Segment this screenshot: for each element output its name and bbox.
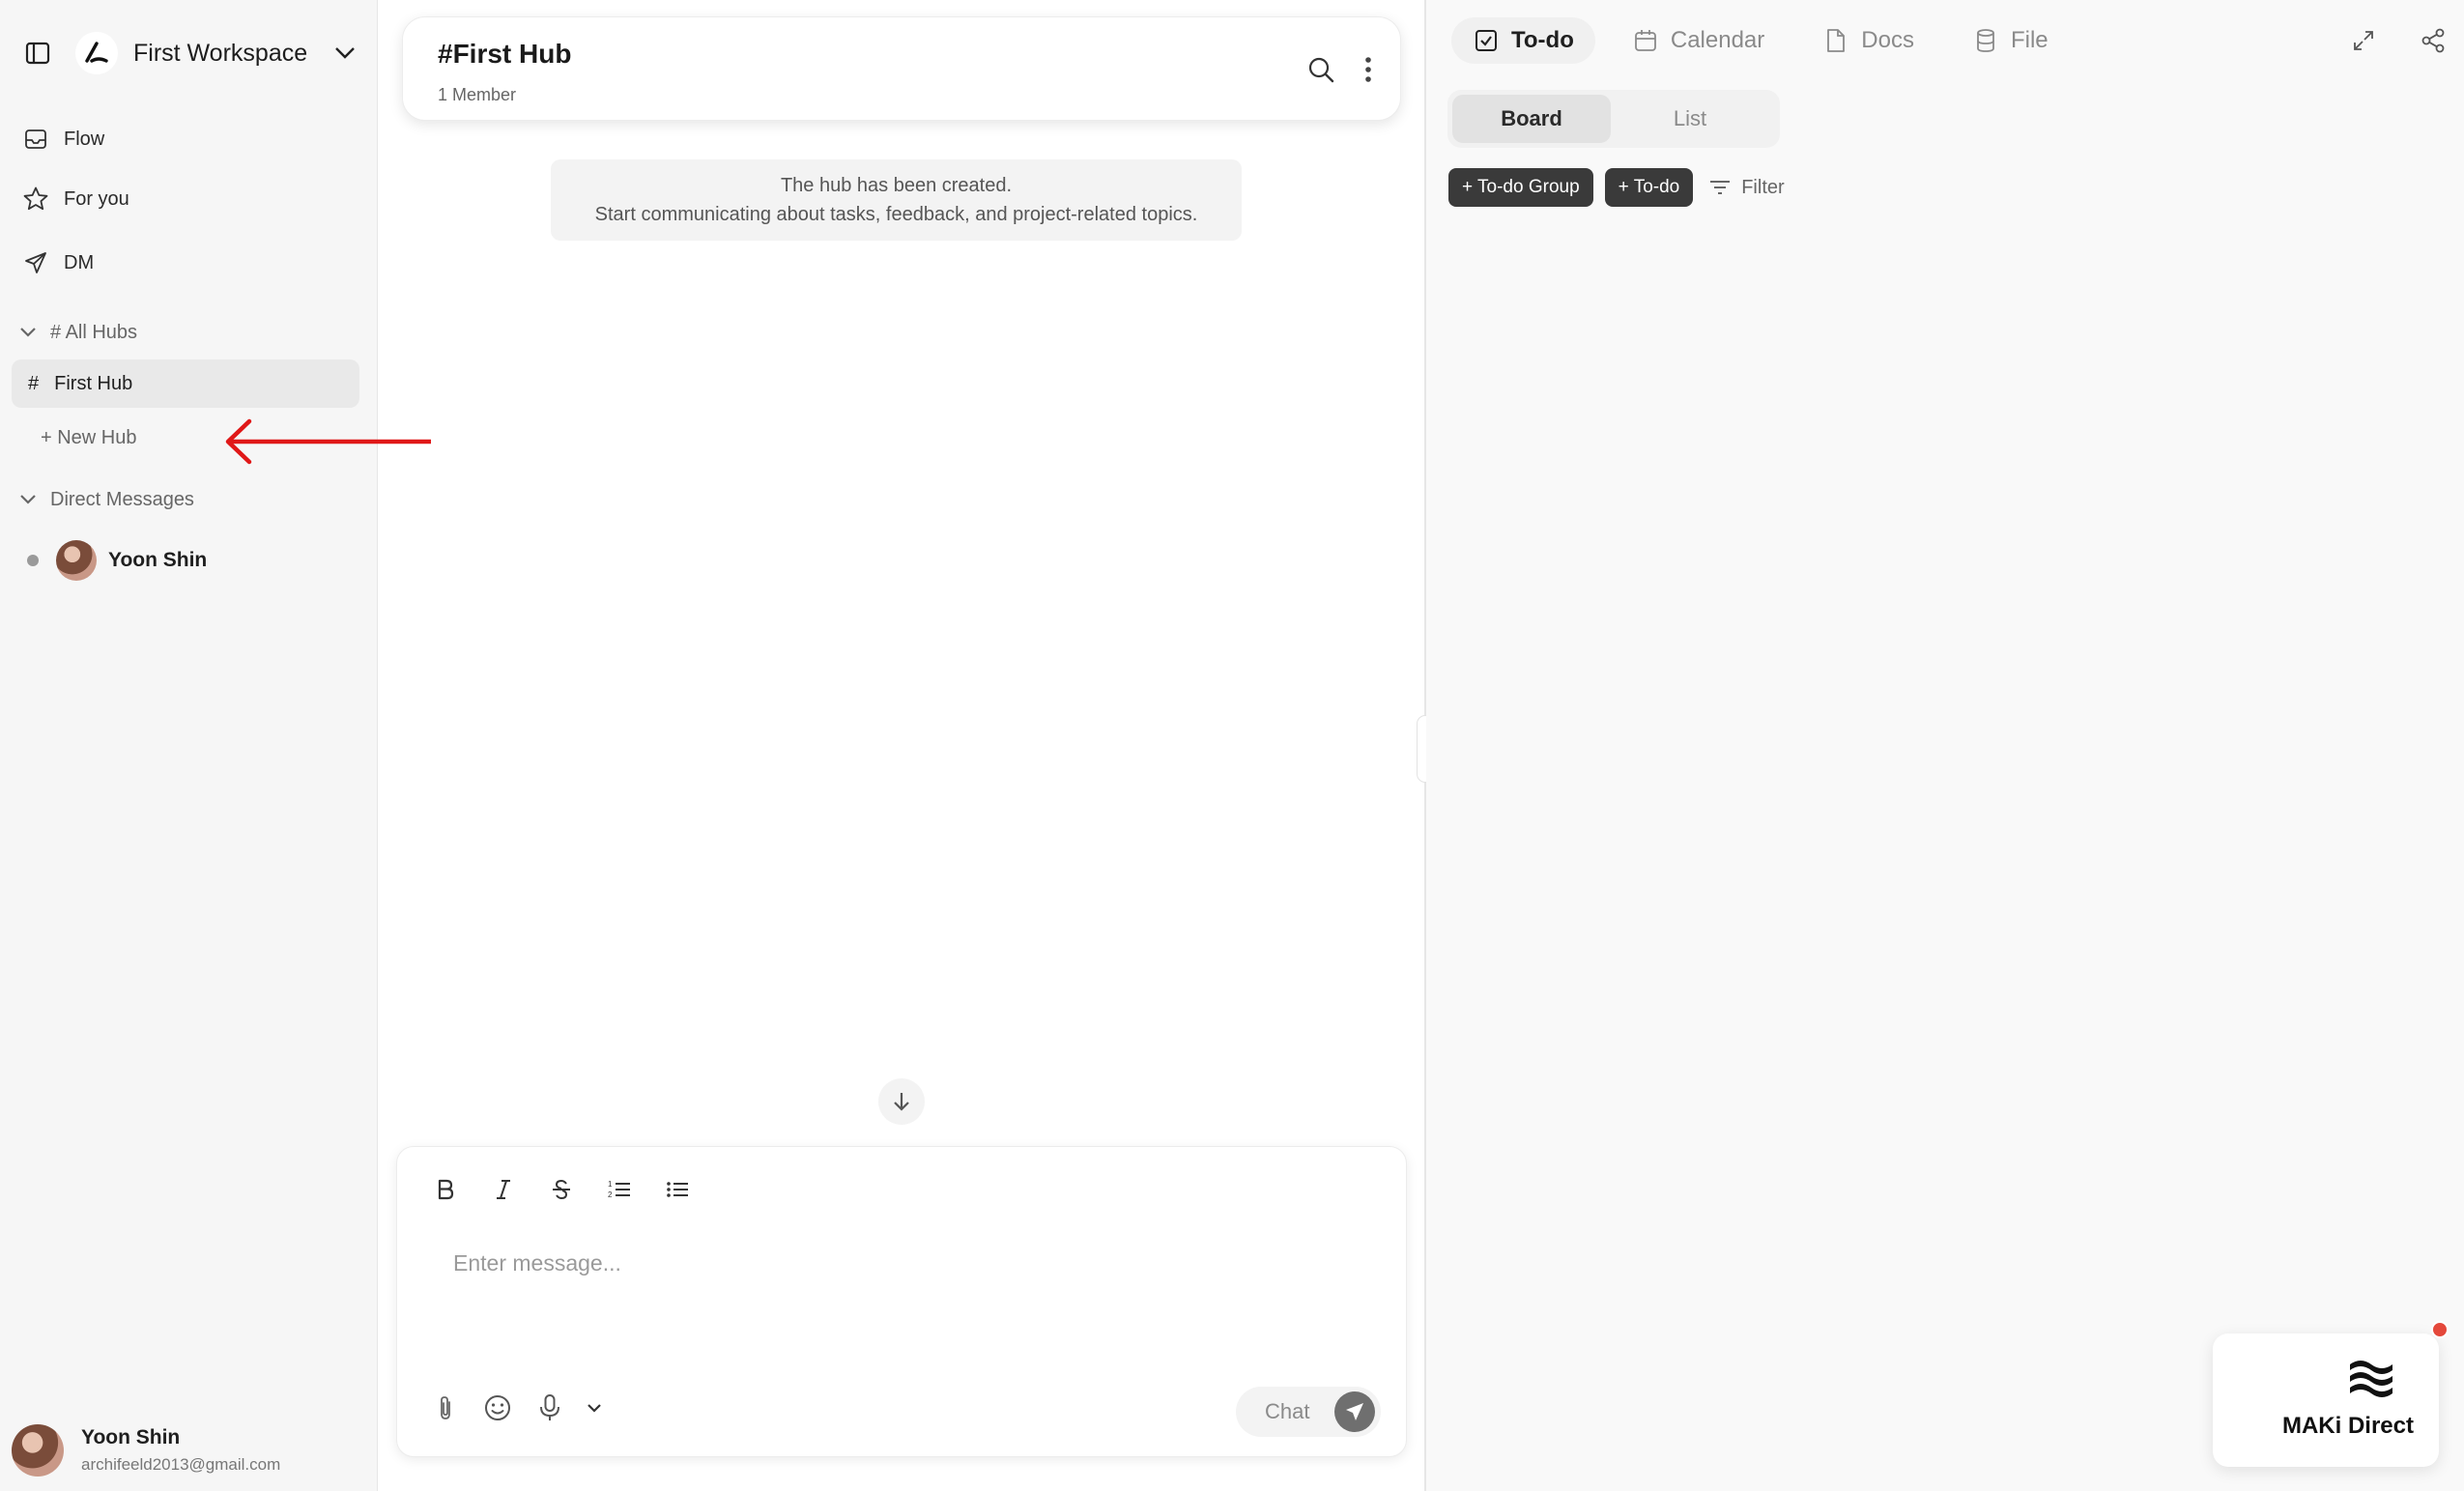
share-icon[interactable] [2416, 23, 2450, 58]
profile-name: Yoon Shin [81, 1426, 181, 1448]
nav-flow-label: Flow [64, 128, 105, 150]
tab-label: Calendar [1670, 27, 1765, 53]
nav-dm-label: DM [64, 251, 95, 273]
database-icon [1972, 27, 1999, 54]
annotation-arrow-icon [225, 418, 431, 465]
chevron-down-icon [15, 487, 41, 512]
more-vertical-icon[interactable] [1354, 52, 1383, 87]
strikethrough-icon[interactable] [542, 1170, 581, 1209]
filter-icon [1706, 174, 1733, 201]
sidebar-toggle-icon[interactable] [21, 37, 54, 70]
todo-actions: + To-do Group + To-do Filter [1448, 168, 1785, 207]
emoji-icon[interactable] [478, 1389, 517, 1427]
nav-for-you-label: For you [64, 187, 129, 210]
composer-tools [426, 1389, 619, 1427]
sidebar: First Workspace Flow For you DM # All Hu… [0, 0, 431, 1491]
profile-email: archifeeld2013@gmail.com [81, 1455, 281, 1474]
new-hub-button[interactable]: + New Hub [41, 427, 137, 449]
avatar [56, 540, 97, 581]
formatting-toolbar: 12 [426, 1170, 716, 1209]
dm-contact-name: Yoon Shin [108, 549, 208, 571]
hash-icon: # [28, 372, 40, 394]
tab-calendar[interactable]: Calendar [1611, 17, 1786, 64]
scroll-to-bottom-button[interactable] [878, 1078, 925, 1125]
send-icon [1346, 1403, 1363, 1420]
avatar [12, 1424, 64, 1477]
tab-label: File [2010, 27, 2049, 53]
message-composer: 12 Chat [396, 1146, 1407, 1457]
sidebar-item-first-hub[interactable]: # First Hub [12, 359, 359, 408]
add-todo-group-button[interactable]: + To-do Group [1448, 168, 1593, 207]
microphone-icon[interactable] [530, 1389, 569, 1427]
tab-label: Docs [1861, 27, 1914, 53]
add-todo-button[interactable]: + To-do [1604, 168, 1694, 207]
message-input[interactable] [453, 1244, 1323, 1282]
system-message-line: Start communicating about tasks, feedbac… [594, 204, 1198, 225]
numbered-list-icon[interactable]: 12 [600, 1170, 639, 1209]
hubs-section-header[interactable]: # All Hubs [15, 315, 137, 350]
inbox-icon [21, 125, 50, 154]
view-toggle: Board List [1447, 90, 1780, 148]
maki-direct-widget[interactable]: MAKi Direct [2213, 1333, 2439, 1467]
filter-button[interactable]: Filter [1706, 174, 1785, 201]
system-message: The hub has been created. Start communic… [551, 159, 1242, 241]
list-view-button[interactable]: List [1611, 95, 1769, 143]
expand-icon[interactable] [2346, 23, 2381, 58]
tab-todo[interactable]: To-do [1451, 17, 1595, 64]
system-message-line: The hub has been created. [780, 175, 1013, 196]
page-title: #First Hub [438, 39, 572, 69]
board-view-button[interactable]: Board [1452, 95, 1611, 143]
chat-header: #First Hub 1 Member [402, 16, 1401, 121]
bold-icon[interactable] [426, 1170, 465, 1209]
filter-label: Filter [1741, 176, 1785, 198]
send-icon [21, 248, 50, 277]
tab-docs[interactable]: Docs [1801, 17, 1935, 64]
dm-section-header[interactable]: Direct Messages [15, 482, 194, 517]
member-count[interactable]: 1 Member [438, 85, 516, 105]
workspace-name[interactable]: First Workspace [133, 40, 307, 68]
nav-flow[interactable]: Flow [21, 120, 104, 158]
paperclip-icon[interactable] [426, 1389, 465, 1427]
hubs-section-label: # All Hubs [50, 321, 138, 343]
todo-panel: To-do Calendar Docs File Board List + To… [1426, 0, 2464, 1491]
user-profile[interactable]: Yoon Shin archifeeld2013@gmail.com [12, 1424, 280, 1477]
tab-file[interactable]: File [1951, 17, 2070, 64]
nav-dm[interactable]: DM [21, 244, 94, 282]
svg-text:1: 1 [608, 1180, 613, 1189]
svg-text:2: 2 [608, 1190, 613, 1199]
chevron-down-icon[interactable] [330, 39, 359, 68]
chevron-down-icon [15, 320, 41, 345]
italic-icon[interactable] [484, 1170, 523, 1209]
send-label[interactable]: Chat [1265, 1399, 1309, 1424]
sidebar-item-label: First Hub [54, 372, 133, 394]
notification-dot [2431, 1321, 2449, 1338]
star-icon [21, 185, 50, 214]
workspace-logo[interactable] [75, 32, 118, 74]
send-control: Chat [1236, 1387, 1381, 1437]
maki-direct-label: MAKi Direct [2281, 1413, 2414, 1439]
dm-item-yoon-shin[interactable]: Yoon Shin [27, 538, 207, 583]
calendar-icon [1632, 27, 1659, 54]
document-icon [1822, 27, 1849, 54]
send-button[interactable] [1334, 1391, 1375, 1432]
chevron-down-icon[interactable] [583, 1389, 606, 1427]
bullet-list-icon[interactable] [658, 1170, 697, 1209]
panel-tabs: To-do Calendar Docs File [1451, 17, 2085, 64]
maki-logo-icon [2350, 1361, 2392, 1397]
nav-for-you[interactable]: For you [21, 180, 129, 218]
checkbox-icon [1473, 27, 1500, 54]
dm-section-label: Direct Messages [50, 488, 194, 510]
workspace-header: First Workspace [21, 32, 359, 74]
presence-indicator [27, 555, 39, 566]
search-icon[interactable] [1304, 52, 1338, 87]
arrow-down-icon [894, 1093, 909, 1111]
tab-label: To-do [1511, 27, 1574, 53]
